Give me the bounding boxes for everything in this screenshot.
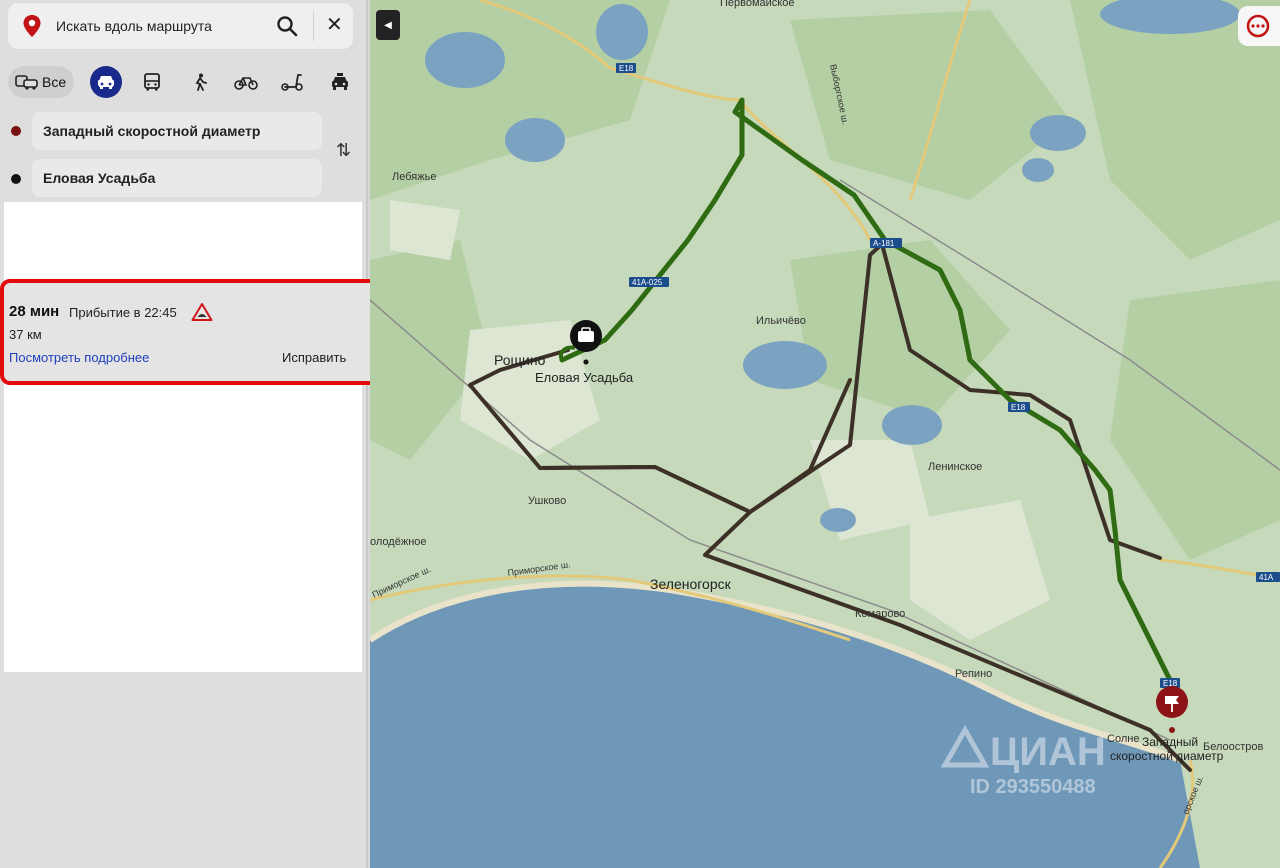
bus-icon: [144, 73, 160, 91]
location-pin-icon: [22, 14, 42, 43]
search-bar[interactable]: Искать вдоль маршрута ✕: [8, 3, 353, 49]
place-ushkovo: Ушково: [528, 495, 566, 507]
route-distance: 37 км: [9, 327, 42, 342]
taxi-icon: [332, 73, 348, 90]
place-molodezhnoe: олодёжное: [370, 536, 427, 548]
place-zelenogorsk: Зеленогорск: [650, 576, 732, 592]
traffic-button[interactable]: [1238, 6, 1280, 46]
end-point-dot: [11, 174, 21, 184]
route-duration: 28 мин: [9, 303, 60, 320]
place-komarovo: Комарово: [855, 608, 905, 620]
close-icon[interactable]: ✕: [326, 15, 343, 35]
map-canvas[interactable]: E18 А-181 41А-025 E18 E18 41А Выборгское…: [370, 0, 1280, 868]
mode-all-button[interactable]: Все: [8, 66, 74, 98]
mode-car-button[interactable]: [90, 66, 122, 98]
end-point-field[interactable]: Еловая Усадьба: [32, 159, 322, 197]
route-fix-link[interactable]: Исправить: [282, 350, 346, 365]
collapse-panel-button[interactable]: ◀: [376, 10, 400, 40]
search-divider: [313, 11, 314, 41]
place-leninskoe: Ленинское: [928, 461, 982, 473]
route-panel: Искать вдоль маршрута ✕ Все Западный ско…: [0, 0, 383, 868]
place-pervomaiskoe: Первомайское: [720, 0, 794, 9]
car-icon: [98, 76, 114, 89]
scooter-icon: [281, 74, 303, 91]
route-card[interactable]: 28 мин Прибытие в 22:45 37 км Посмотреть…: [0, 279, 383, 385]
watermark: ЦИАН ID 293550488: [940, 724, 1106, 798]
mode-bus-button[interactable]: [136, 66, 168, 98]
car-bus-icon: [15, 75, 38, 90]
walking-person-icon: [195, 73, 207, 91]
mode-all-label: Все: [42, 74, 67, 90]
start-point-field[interactable]: Западный скоростной диаметр: [32, 112, 322, 150]
traffic-light-icon: [1246, 14, 1270, 38]
mode-scooter-button[interactable]: [276, 66, 308, 98]
place-elovaya: Еловая Усадьба: [535, 370, 634, 385]
mode-taxi-button[interactable]: [324, 66, 356, 98]
place-roshchino: Рощино: [494, 352, 546, 368]
mode-walk-button[interactable]: [184, 66, 216, 98]
route-arrival: Прибытие в 22:45: [69, 305, 177, 320]
shield-e18-b-text: E18: [1011, 403, 1026, 412]
place-lebyazhye: Лебяжье: [392, 171, 436, 183]
swap-points-icon[interactable]: ⇅: [336, 140, 351, 161]
search-icon[interactable]: [276, 15, 298, 42]
shield-41a-right-text: 41А: [1259, 573, 1274, 582]
place-repino: Репино: [955, 668, 992, 680]
place-destination-line1: Западный: [1142, 735, 1198, 749]
watermark-brand: ЦИАН: [990, 730, 1106, 774]
transport-modes: Все: [8, 66, 360, 98]
route-details-link[interactable]: Посмотреть подробнее: [9, 350, 149, 365]
shield-a181-text: А-181: [873, 239, 895, 248]
road-warning-icon: [191, 302, 213, 327]
start-point-dot: [11, 126, 21, 136]
results-area: [4, 202, 362, 672]
mode-bike-button[interactable]: [230, 66, 262, 98]
place-solnechnoe: Солне: [1107, 733, 1139, 745]
watermark-id: ID 293550488: [970, 776, 1096, 798]
place-ilichevo: Ильичёво: [756, 315, 806, 327]
shield-e18-a-text: E18: [619, 64, 634, 73]
search-input[interactable]: Искать вдоль маршрута: [56, 18, 212, 34]
place-destination-line2: скоростной диаметр: [1110, 749, 1224, 763]
shield-41a-025-text: 41А-025: [632, 278, 663, 287]
bicycle-icon: [234, 77, 258, 90]
